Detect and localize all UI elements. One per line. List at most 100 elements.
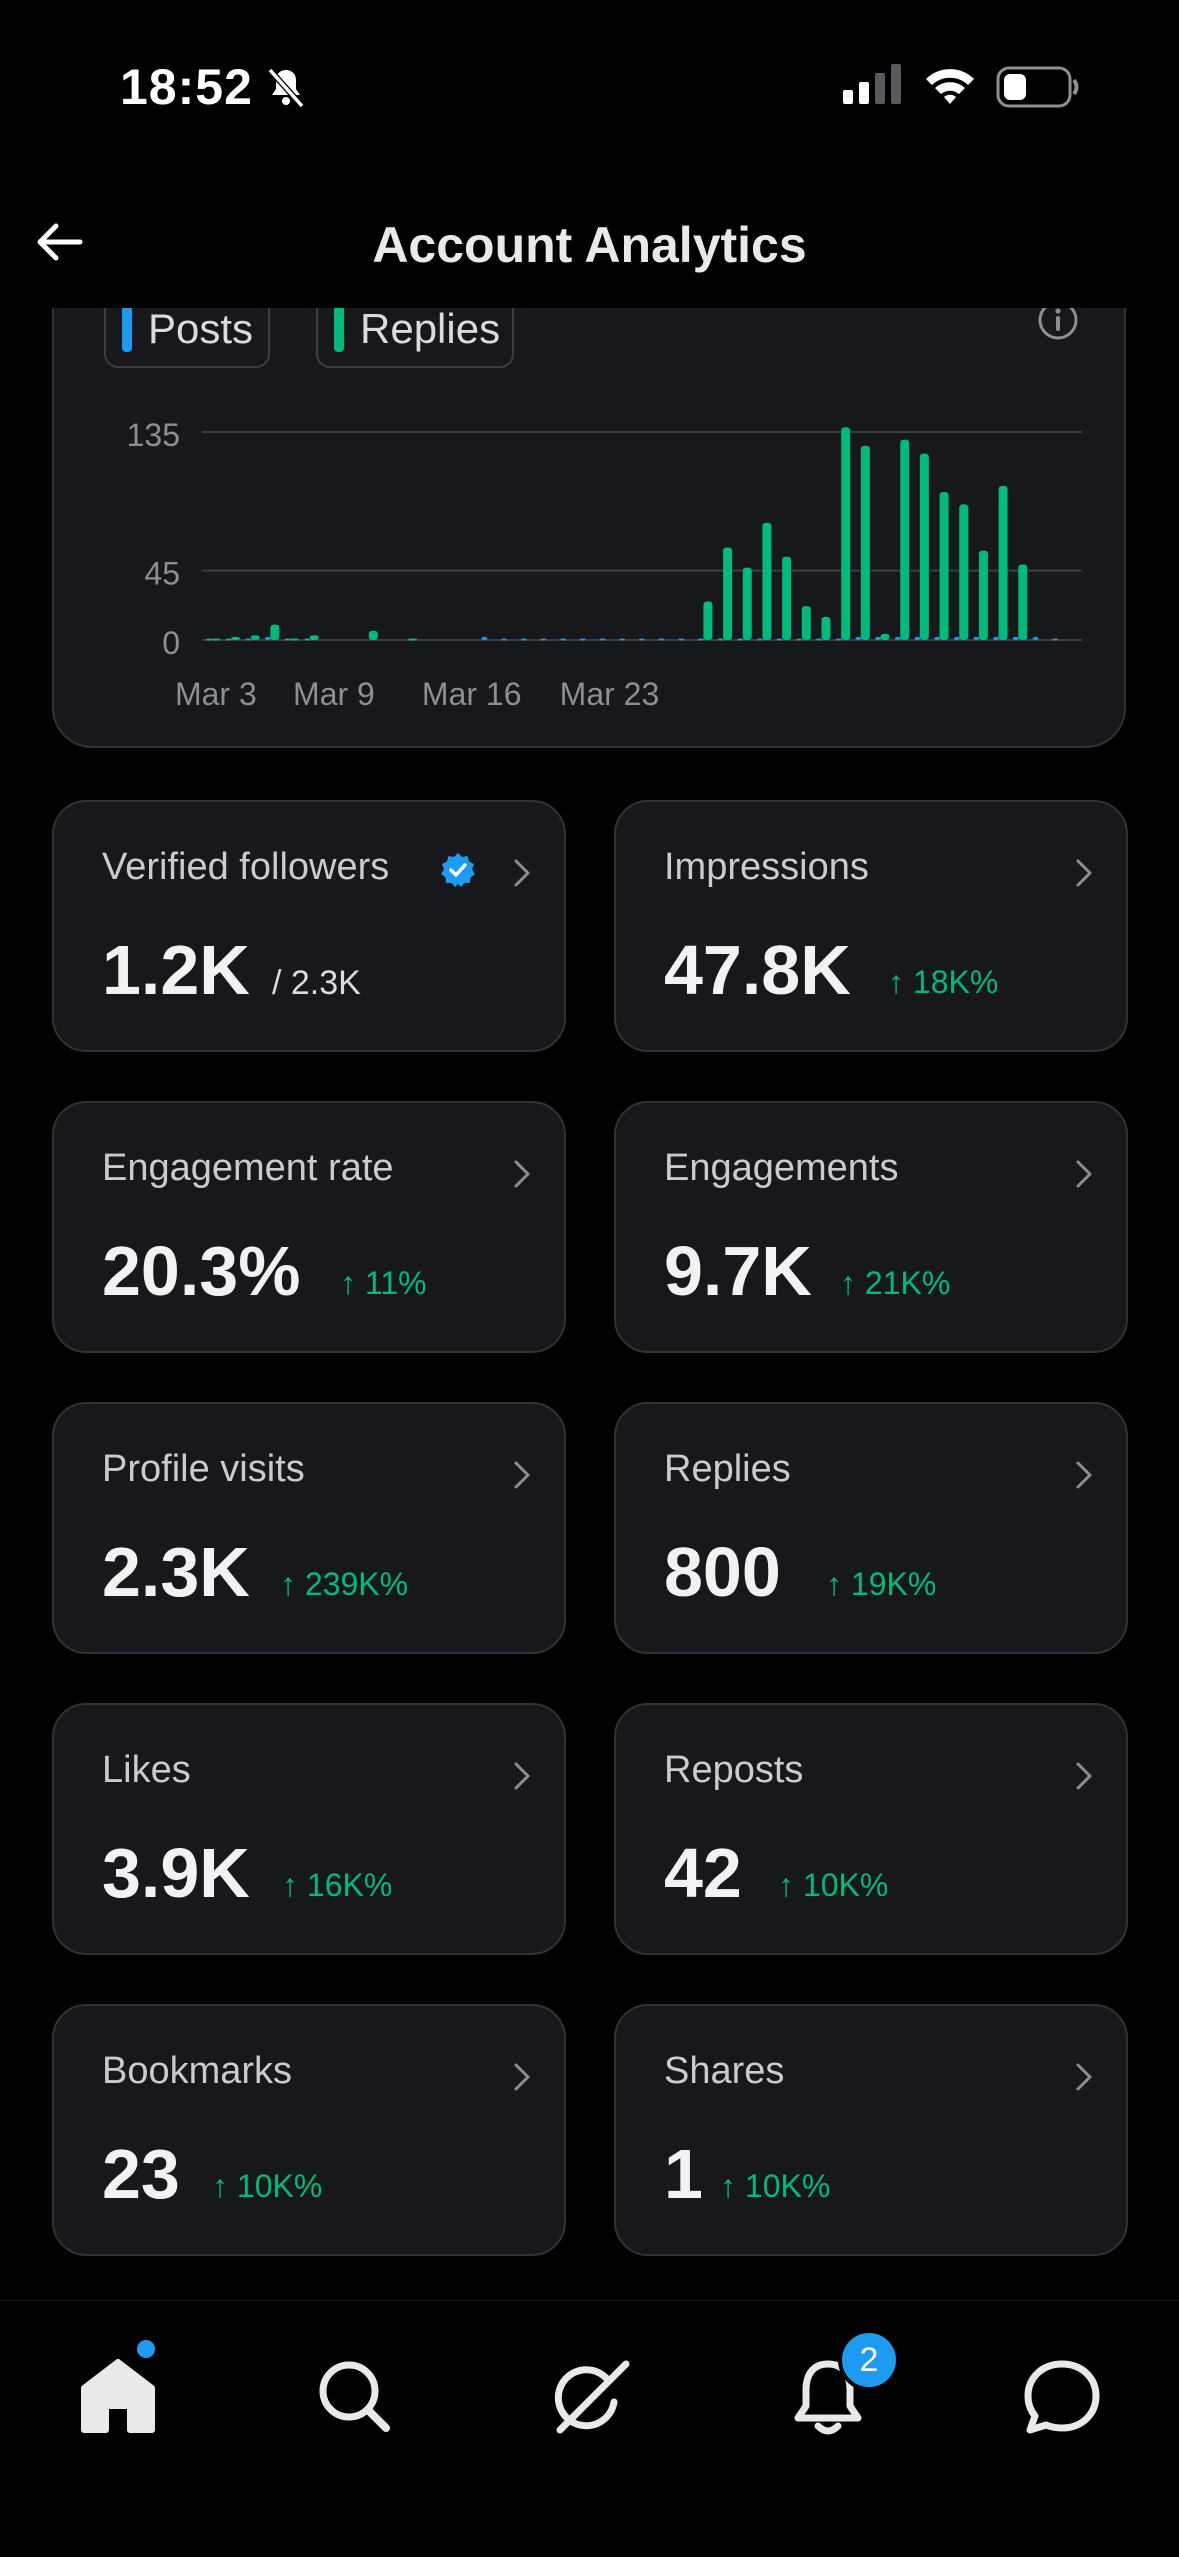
- posts-bar: [599, 638, 606, 641]
- replies-bar: [250, 635, 260, 640]
- bell-slash-icon: [267, 68, 305, 108]
- metric-change: ↑ 19K%: [826, 1566, 937, 1602]
- grok-icon[interactable]: [540, 2346, 640, 2446]
- metric-card-engagement-rate[interactable]: Engagement rate 20.3% ↑ 11%: [52, 1101, 566, 1353]
- metric-change: ↑ 10K%: [212, 2168, 323, 2204]
- metric-label: Bookmarks: [102, 2050, 293, 2092]
- metric-label: Profile visits: [102, 1448, 305, 1490]
- metric-value: 1: [664, 2135, 703, 2213]
- posts-bar: [815, 638, 822, 641]
- metric-value: 2.3K: [102, 1533, 250, 1611]
- replies-bar: [290, 638, 300, 641]
- legend-posts-label: Posts: [148, 305, 254, 352]
- posts-bar: [658, 638, 665, 641]
- metric-card-verified-followers[interactable]: Verified followers 1.2K / 2.3K: [52, 800, 566, 1052]
- posts-bar: [304, 638, 311, 641]
- posts-swatch: [122, 306, 132, 352]
- wifi-icon: [926, 69, 974, 104]
- metric-card-shares[interactable]: Shares 1 ↑ 10K%: [614, 2004, 1128, 2256]
- metric-card-likes[interactable]: Likes 3.9K ↑ 16K%: [52, 1703, 566, 1955]
- posts-bar: [284, 638, 291, 641]
- engagement-chart-card: 0 45 135 Mar 3 Mar 9 Mar 16 Mar 23 Posts Repli…: [52, 250, 1126, 748]
- replies-bar: [978, 550, 988, 640]
- replies-bar: [309, 635, 319, 640]
- chevron-right-icon: [514, 1461, 530, 1489]
- posts-bar: [855, 636, 862, 640]
- chevron-right-icon: [1076, 2063, 1092, 2091]
- chevron-right-icon: [514, 1762, 530, 1790]
- metric-label: Engagement rate: [102, 1147, 394, 1189]
- metric-card-replies[interactable]: Replies 800 ↑ 19K%: [614, 1402, 1128, 1654]
- metric-change: ↑ 10K%: [778, 1867, 889, 1903]
- metric-value: 800: [664, 1533, 781, 1611]
- posts-bar: [638, 638, 645, 641]
- metric-card-bookmarks[interactable]: Bookmarks 23 ↑ 10K%: [52, 2004, 566, 2256]
- chevron-right-icon: [1076, 1762, 1092, 1790]
- posts-bar: [225, 638, 232, 641]
- battery-icon: [996, 66, 1079, 108]
- metric-value: 3.9K: [102, 1834, 250, 1912]
- metric-label: Shares: [664, 2050, 785, 2092]
- y-tick-label: 45: [144, 556, 180, 592]
- posts-bar: [934, 636, 941, 640]
- posts-bar: [953, 636, 960, 640]
- legend-replies-label: Replies: [360, 305, 501, 352]
- replies-bar: [368, 630, 378, 640]
- metric-change: ↑ 10K%: [720, 2168, 831, 2204]
- replies-bar: [841, 427, 851, 640]
- app-header: Account Analytics: [0, 190, 1179, 308]
- posts-bar: [894, 636, 901, 640]
- home-icon[interactable]: [68, 2346, 168, 2446]
- replies-bar: [782, 556, 792, 640]
- posts-bar: [560, 638, 567, 641]
- x-tick-label: Mar 16: [422, 676, 522, 712]
- posts-bar: [264, 636, 271, 640]
- metric-value: 20.3%: [102, 1232, 301, 1310]
- metric-card-reposts[interactable]: Reposts 42 ↑ 10K%: [614, 1703, 1128, 1955]
- posts-bar: [796, 638, 803, 641]
- replies-bar: [821, 616, 831, 640]
- replies-bar: [408, 638, 418, 641]
- search-icon[interactable]: [304, 2346, 404, 2446]
- replies-bar: [742, 567, 752, 640]
- chevron-right-icon: [514, 1160, 530, 1188]
- posts-bar: [205, 638, 212, 641]
- metric-label: Likes: [102, 1749, 191, 1791]
- y-tick-label: 0: [162, 625, 180, 661]
- x-tick-label: Mar 3: [175, 676, 257, 712]
- metric-card-profile-visits[interactable]: Profile visits 2.3K ↑ 239K%: [52, 1402, 566, 1654]
- replies-bar: [939, 492, 949, 640]
- notification-count-badge: 2: [838, 2329, 900, 2391]
- posts-bar: [1032, 636, 1039, 640]
- metric-value: 23: [102, 2135, 180, 2213]
- metric-value: 1.2K: [102, 931, 250, 1009]
- metric-change: ↑ 21K%: [840, 1265, 951, 1301]
- replies-bar: [959, 504, 969, 640]
- posts-bar: [1012, 636, 1019, 640]
- replies-bar: [703, 601, 713, 640]
- verified-badge-icon: [441, 853, 475, 887]
- replies-bar: [723, 547, 733, 640]
- metric-card-engagements[interactable]: Engagements 9.7K ↑ 21K%: [614, 1101, 1128, 1353]
- metric-change: ↑ 239K%: [280, 1566, 409, 1602]
- posts-bar: [776, 638, 783, 641]
- status-time: 18:52: [120, 59, 253, 115]
- metric-total: / 2.3K: [272, 964, 361, 1002]
- replies-bar: [900, 439, 910, 640]
- posts-bar: [579, 638, 586, 641]
- metric-change: ↑ 16K%: [282, 1867, 393, 1903]
- posts-bar: [245, 638, 252, 641]
- metric-card-impressions[interactable]: Impressions 47.8K ↑ 18K%: [614, 800, 1128, 1052]
- chevron-right-icon: [1076, 1160, 1092, 1188]
- messages-icon[interactable]: [1012, 2346, 1112, 2446]
- metric-value: 9.7K: [664, 1232, 812, 1310]
- metric-label: Impressions: [664, 846, 869, 888]
- metric-change: ↑ 11%: [340, 1265, 427, 1301]
- posts-bar: [501, 638, 508, 641]
- posts-bar: [481, 636, 488, 640]
- x-tick-label: Mar 9: [293, 676, 375, 712]
- replies-bar: [801, 606, 811, 640]
- y-tick-label: 135: [127, 417, 180, 453]
- posts-bar: [619, 638, 626, 641]
- replies-bar: [880, 633, 890, 640]
